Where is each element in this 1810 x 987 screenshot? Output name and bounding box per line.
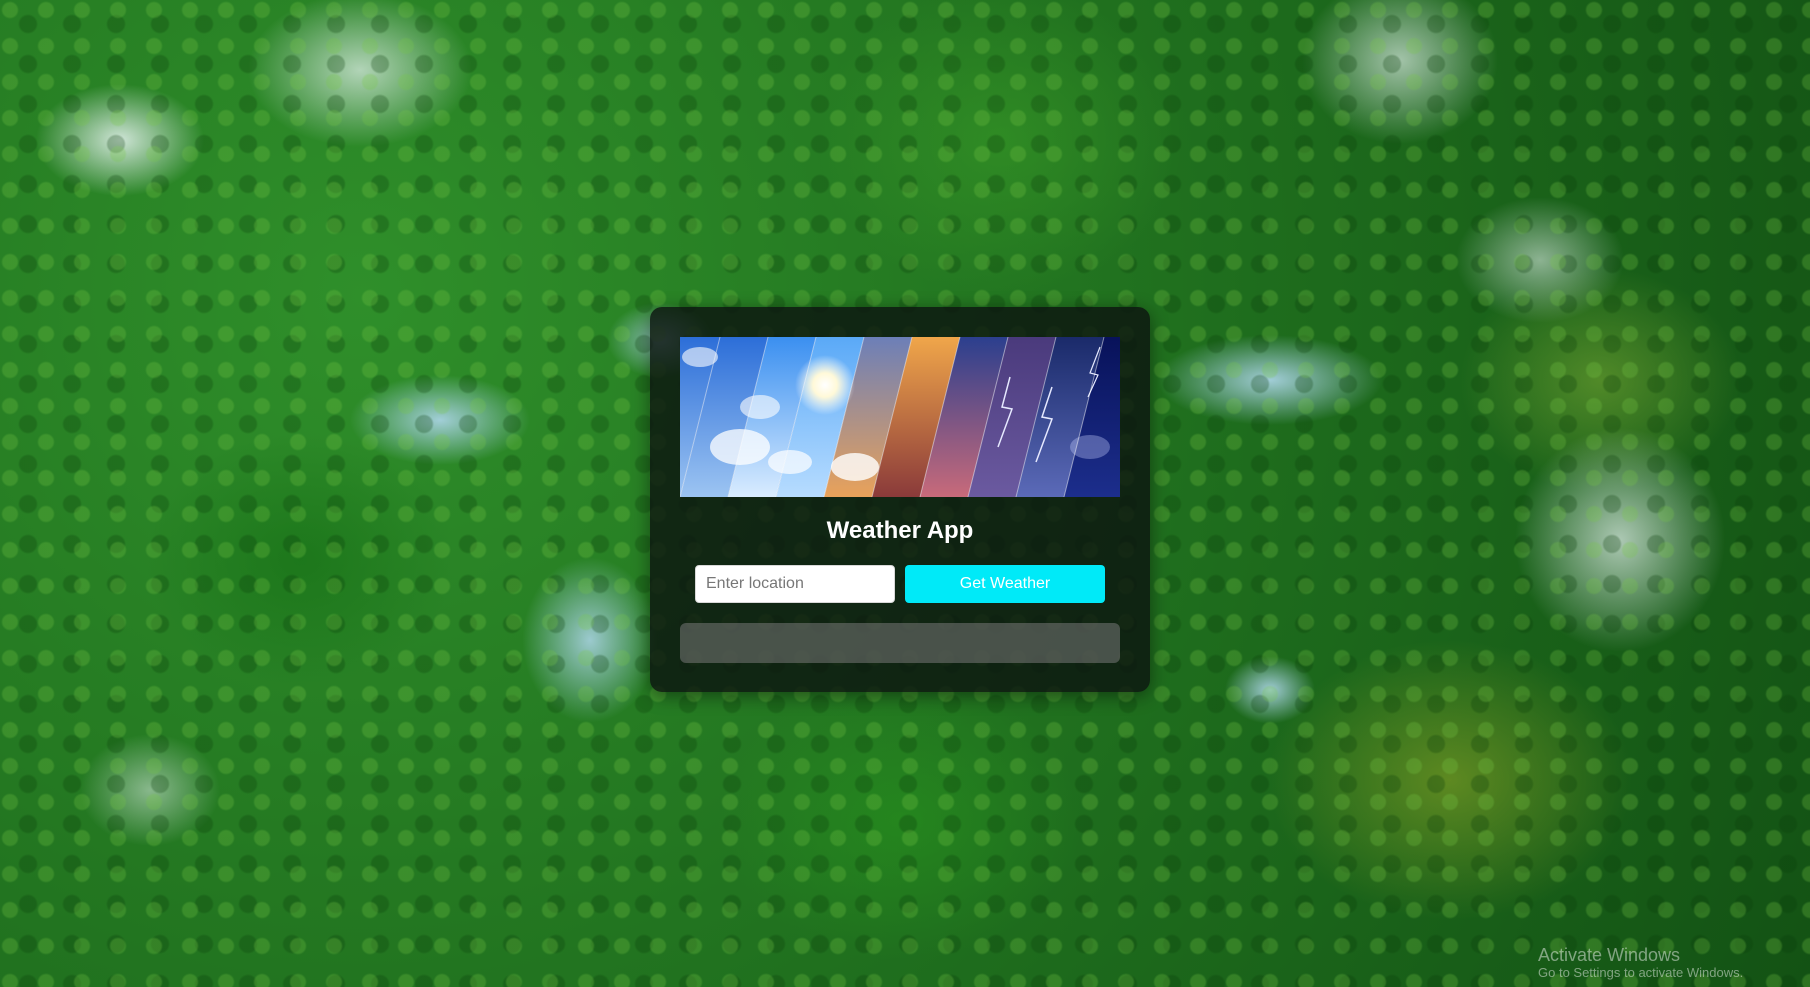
weather-result-panel bbox=[680, 623, 1120, 663]
watermark-subtitle: Go to Settings to activate Windows. bbox=[1538, 965, 1744, 980]
get-weather-button[interactable]: Get Weather bbox=[905, 565, 1105, 603]
location-input[interactable] bbox=[695, 565, 895, 603]
weather-collage-icon bbox=[680, 337, 1120, 497]
weather-card: Weather App Get Weather bbox=[650, 307, 1150, 692]
weather-banner-image bbox=[680, 337, 1120, 497]
app-title: Weather App bbox=[826, 517, 974, 544]
watermark-title: Activate Windows bbox=[1538, 945, 1681, 965]
activate-windows-watermark: Activate Windows Go to Settings to activ… bbox=[1538, 945, 1743, 981]
